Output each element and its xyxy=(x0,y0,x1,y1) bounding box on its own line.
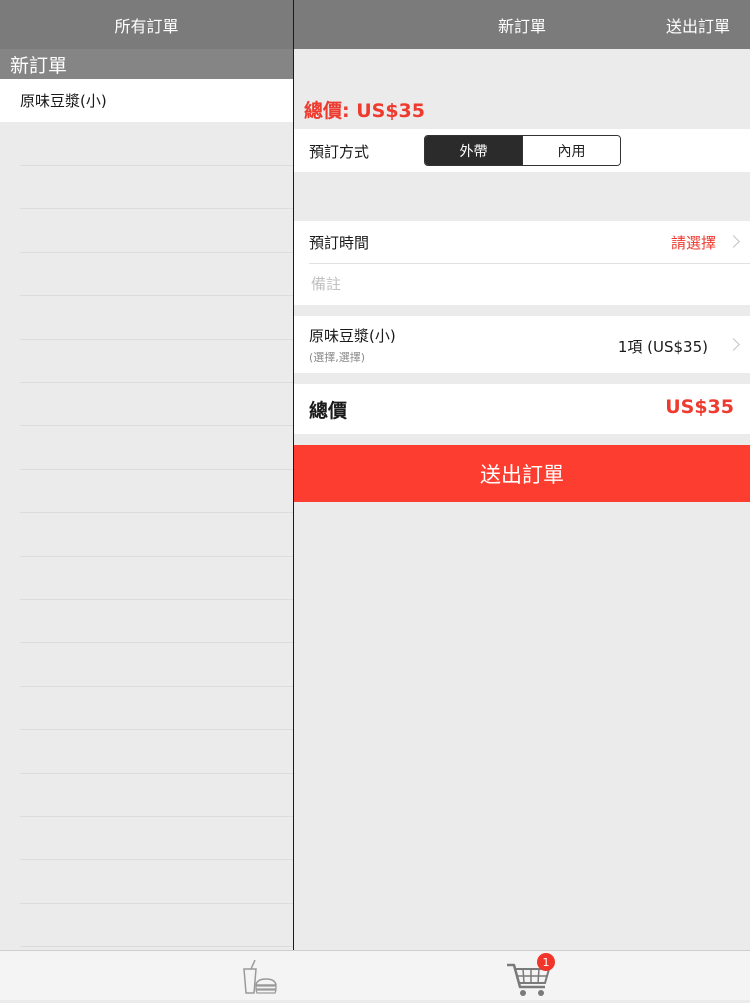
drink-burger-icon xyxy=(243,959,277,994)
order-list-item[interactable]: 原味豆漿(小) xyxy=(0,79,293,122)
list-separator xyxy=(20,599,293,600)
tab-bar xyxy=(0,950,750,1000)
tab-menu[interactable] xyxy=(238,959,282,995)
list-separator xyxy=(20,903,293,904)
order-list-item-label: 原味豆漿(小) xyxy=(20,92,107,110)
section-header-new-orders: 新訂單 xyxy=(0,49,293,79)
orders-list-title: 所有訂單 xyxy=(114,16,179,36)
list-separator xyxy=(20,773,293,774)
order-time-value: 請選擇 xyxy=(670,234,716,252)
total-row: 總價 US$35 xyxy=(294,384,750,434)
note-input[interactable] xyxy=(309,263,729,305)
order-detail-header: 新訂單 送出訂單 xyxy=(294,0,750,49)
segment-takeout[interactable]: 外帶 xyxy=(425,136,522,165)
note-row xyxy=(294,263,750,305)
total-value: US$35 xyxy=(665,396,734,418)
cart-count-badge: 1 xyxy=(537,953,555,971)
list-separator xyxy=(20,252,293,253)
order-type-row: 預訂方式 外帶 內用 xyxy=(294,129,750,172)
order-time-row[interactable]: 預訂時間 請選擇 xyxy=(294,221,750,263)
chevron-right-icon xyxy=(727,338,740,351)
list-separator xyxy=(20,339,293,340)
list-separator xyxy=(20,729,293,730)
submit-order-nav-button[interactable]: 送出訂單 xyxy=(666,0,730,49)
total-label: 總價 xyxy=(309,400,348,422)
row-separator xyxy=(309,263,750,264)
segment-dine-in[interactable]: 內用 xyxy=(522,136,620,165)
list-separator xyxy=(20,946,293,947)
list-separator xyxy=(20,425,293,426)
submit-order-button[interactable]: 送出訂單 xyxy=(294,445,750,502)
list-separator xyxy=(20,295,293,296)
order-type-segmented-control: 外帶 內用 xyxy=(424,135,621,166)
chevron-right-icon xyxy=(727,235,740,248)
list-separator xyxy=(20,556,293,557)
order-time-label: 預訂時間 xyxy=(309,234,370,252)
section-title: 新訂單 xyxy=(10,54,68,77)
list-separator xyxy=(20,642,293,643)
list-separator xyxy=(20,208,293,209)
list-separator xyxy=(20,382,293,383)
total-summary: 總價: US$35 xyxy=(304,100,425,122)
order-detail-pane: 新訂單 送出訂單 總價: US$35 預訂方式 外帶 內用 預訂時間 請選擇 原… xyxy=(294,0,750,950)
orders-list-pane: 所有訂單 新訂單 原味豆漿(小) xyxy=(0,0,293,950)
orders-list-header: 所有訂單 xyxy=(0,0,293,49)
order-type-label: 預訂方式 xyxy=(309,143,370,161)
order-item-quantity: 1項 (US$35) xyxy=(617,338,708,356)
list-separator xyxy=(20,469,293,470)
order-item-row[interactable]: 原味豆漿(小) (選擇,選擇) 1項 (US$35) xyxy=(294,316,750,373)
list-separator xyxy=(20,859,293,860)
order-item-name: 原味豆漿(小) xyxy=(309,327,396,345)
list-separator xyxy=(20,512,293,513)
order-item-options: (選擇,選擇) xyxy=(309,351,366,364)
empty-list-rows xyxy=(0,122,293,950)
list-separator xyxy=(20,165,293,166)
list-separator xyxy=(20,816,293,817)
list-separator xyxy=(20,686,293,687)
